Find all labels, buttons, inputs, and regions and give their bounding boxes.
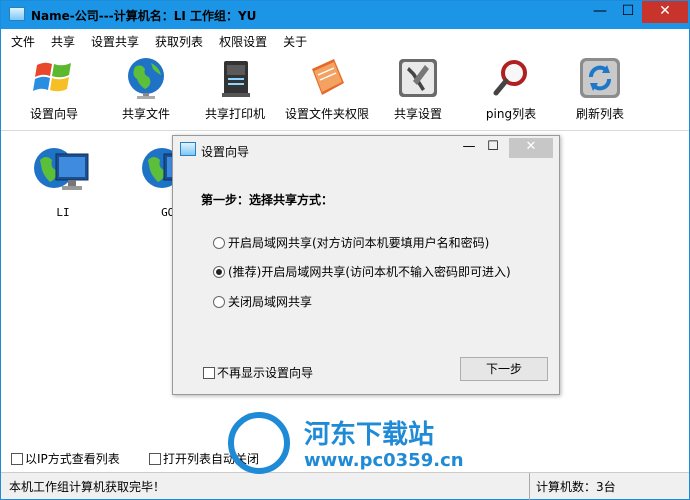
- checkbox-box[interactable]: [11, 452, 23, 465]
- menu-set-share[interactable]: 设置共享: [81, 29, 145, 51]
- setup-wizard-dialog: 设置向导 — ☐ ✕ 第一步：选择共享方式： 开启局域网共享(对方访问本机要填用…: [172, 135, 560, 395]
- globe-icon: [123, 55, 169, 101]
- dialog-title-bar[interactable]: 设置向导 — ☐ ✕: [173, 136, 559, 162]
- radio-button[interactable]: [213, 236, 225, 249]
- menu-get-list[interactable]: 获取列表: [145, 29, 209, 51]
- toolbar-ping-list-button[interactable]: ping列表: [485, 55, 537, 122]
- ip-view-checkbox[interactable]: 以IP方式查看列表: [11, 450, 120, 467]
- refresh-icon: [577, 55, 623, 101]
- windows-logo-icon: [31, 55, 77, 101]
- toolbar-refresh-list-button[interactable]: 刷新列表: [573, 55, 627, 122]
- computer-count: 计算机数：3台: [529, 473, 622, 500]
- radio-button[interactable]: [213, 265, 225, 278]
- toolbar-label: 刷新列表: [575, 107, 624, 121]
- maximize-button[interactable]: ☐: [614, 1, 642, 23]
- host-label: LI: [56, 206, 70, 219]
- status-message: 本机工作组计算机获取完毕！: [9, 480, 166, 494]
- watermark: 河东下载站 www.pc0359.cn: [228, 412, 478, 482]
- toolbar-label: 共享设置: [393, 107, 442, 121]
- menu-permissions[interactable]: 权限设置: [209, 29, 273, 51]
- menu-about[interactable]: 关于: [273, 29, 313, 51]
- dont-show-checkbox[interactable]: 不再显示设置向导: [203, 364, 313, 381]
- network-computer-icon: [32, 140, 94, 202]
- tools-icon: [395, 55, 441, 101]
- option-share-no-password[interactable]: (推荐)开启局域网共享(访问本机不输入密码即可进入): [213, 263, 511, 280]
- watermark-name: 河东下载站: [304, 420, 435, 450]
- option-disable-share[interactable]: 关闭局域网共享: [213, 293, 312, 310]
- toolbar-share-settings-button[interactable]: 共享设置: [393, 55, 443, 122]
- toolbar-label: 共享打印机: [204, 107, 265, 121]
- watermark-url: www.pc0359.cn: [304, 450, 464, 471]
- option-share-with-password[interactable]: 开启局域网共享(对方访问本机要填用户名和密码): [213, 234, 489, 251]
- toolbar-label: 设置文件夹权限: [285, 107, 370, 121]
- toolbar-label: 共享文件: [121, 107, 170, 121]
- folder-book-icon: [304, 55, 350, 101]
- checkbox-box[interactable]: [149, 452, 161, 465]
- option-label: (推荐)开启局域网共享(访问本机不输入密码即可进入): [228, 265, 511, 279]
- toolbar-label: ping列表: [485, 107, 537, 121]
- menu-share[interactable]: 共享: [41, 29, 81, 51]
- ip-view-label: 以IP方式查看列表: [25, 452, 120, 466]
- app-icon: [9, 7, 25, 21]
- dont-show-label: 不再显示设置向导: [217, 366, 314, 380]
- watermark-logo-icon: [228, 412, 290, 474]
- close-button[interactable]: ✕: [642, 1, 688, 23]
- printer-icon: [212, 55, 258, 101]
- title-bar[interactable]: Name-公司---计算机名：LI 工作组：YU — ☐ ✕: [1, 1, 689, 29]
- option-label: 关闭局域网共享: [228, 295, 313, 309]
- magnifier-icon: [488, 55, 534, 101]
- dialog-close-button[interactable]: ✕: [509, 138, 553, 158]
- toolbar-label: 设置向导: [29, 107, 78, 121]
- toolbar-folder-permissions-button[interactable]: 设置文件夹权限: [285, 55, 369, 122]
- dialog-body: 第一步：选择共享方式： 开启局域网共享(对方访问本机要填用户名和密码) (推荐)…: [173, 162, 559, 394]
- radio-button[interactable]: [213, 295, 225, 308]
- dialog-title: 设置向导: [201, 145, 250, 159]
- toolbar: 设置向导 共享文件 共享打印机 设置文件夹权限 共享设置 ping列表 刷新列表: [1, 51, 689, 131]
- dialog-minimize-button[interactable]: —: [459, 138, 479, 158]
- next-button[interactable]: 下一步: [460, 357, 548, 381]
- toolbar-share-files-button[interactable]: 共享文件: [119, 55, 173, 122]
- app-icon: [180, 142, 196, 156]
- window-title: Name-公司---计算机名：LI 工作组：YU: [31, 9, 257, 23]
- checkbox-box[interactable]: [203, 366, 215, 379]
- option-label: 开启局域网共享(对方访问本机要填用户名和密码): [228, 236, 490, 250]
- menu-file[interactable]: 文件: [1, 29, 41, 51]
- menu-bar: 文件 共享 设置共享 获取列表 权限设置 关于: [1, 29, 689, 51]
- step-title: 第一步：选择共享方式：: [201, 193, 334, 207]
- toolbar-share-printer-button[interactable]: 共享打印机: [204, 55, 266, 122]
- minimize-button[interactable]: —: [586, 1, 614, 23]
- dialog-maximize-button[interactable]: ☐: [483, 138, 503, 158]
- toolbar-setup-wizard-button[interactable]: 设置向导: [25, 55, 83, 122]
- host-item[interactable]: LI: [23, 140, 103, 219]
